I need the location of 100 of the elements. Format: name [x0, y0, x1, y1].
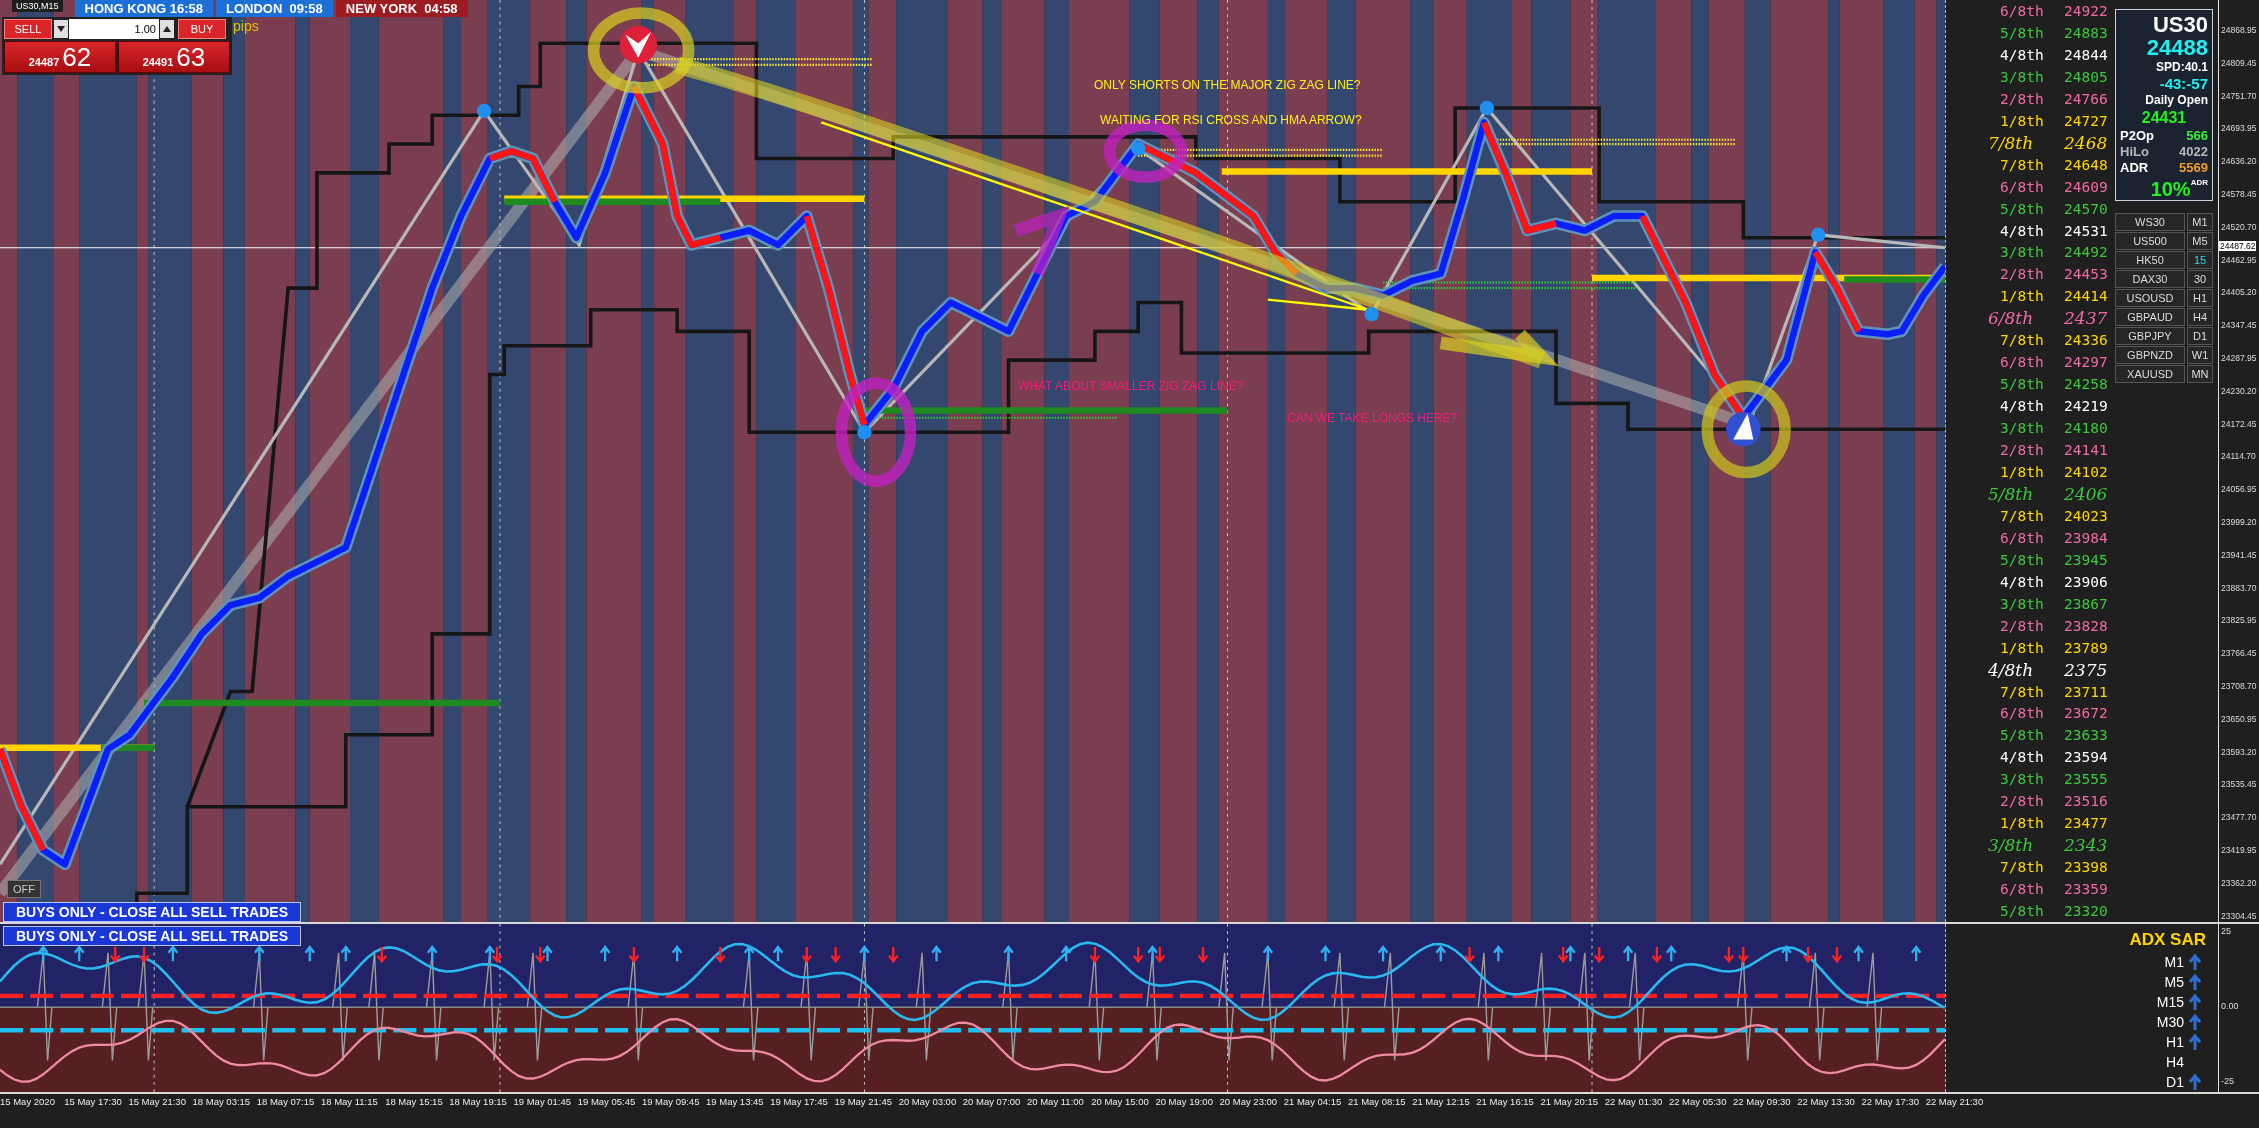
time-tick: 20 May 07:00 [962, 1095, 1022, 1107]
sell-button[interactable]: SELL [4, 19, 52, 39]
down-arrow-icon [1089, 945, 1101, 964]
time-tick: 21 May 08:15 [1347, 1095, 1407, 1107]
symbol-button[interactable]: GBPJPY [2115, 327, 2185, 345]
spread-text: SPD:40.1 [2155, 59, 2208, 75]
price-tick: 24114.70 [2220, 451, 2257, 463]
alert-banner: BUYS ONLY - CLOSE ALL SELL TRADES [3, 926, 301, 946]
level-price: 23359 [2064, 881, 2108, 898]
price-tick: 24520.70 [2220, 221, 2258, 233]
price-tick: 23419.95 [2220, 844, 2258, 856]
time-tick: 22 May 09:30 [1733, 1095, 1792, 1107]
level-price: 24648 [2064, 156, 2108, 173]
time-tick: 18 May 15:15 [385, 1095, 444, 1107]
down-arrow-icon [109, 945, 121, 964]
symbol-button[interactable]: GBPNZD [2115, 346, 2185, 364]
timeframe-button[interactable]: D1 [2187, 327, 2213, 345]
decrease-icon[interactable] [54, 20, 68, 38]
lot-field[interactable]: 1.00 [69, 19, 159, 39]
level-price: 24805 [2064, 68, 2108, 85]
symbol-button[interactable]: HK50 [2115, 251, 2185, 269]
indicator-tick: 0.00 [2221, 1001, 2240, 1011]
level-price: 24844 [2064, 46, 2108, 63]
pivot-dot [1364, 306, 1379, 322]
price-tick: 23535.45 [2220, 779, 2258, 791]
adr-percent: 10% [2150, 178, 2191, 201]
timeframe-button[interactable]: H1 [2187, 289, 2213, 307]
time-tick: 19 May 17:45 [770, 1095, 829, 1107]
buy-button[interactable]: BUY [178, 19, 226, 39]
up-arrow-icon [1622, 945, 1634, 963]
symbol-title: US30 [2152, 13, 2208, 37]
down-arrow-icon [1557, 945, 1569, 964]
indicator-tick: 25 [2221, 926, 2232, 936]
off-button[interactable]: OFF [7, 880, 41, 898]
hilo-value: 4022 [2179, 144, 2208, 160]
level-label: 6/8th [2000, 529, 2045, 546]
up-arrow-icon [484, 945, 496, 963]
level-label: 6/8th [2000, 2, 2045, 19]
adr-value: 5569 [2179, 160, 2208, 176]
level-label: 2/8th [2000, 266, 2045, 283]
timeframe-label: M30 [2156, 1014, 2184, 1030]
time-tick: 20 May 15:00 [1091, 1095, 1150, 1107]
price-tick: 24172.45 [2220, 418, 2258, 430]
level-price: 24531 [2064, 222, 2108, 239]
timeframe-button[interactable]: M5 [2187, 232, 2213, 250]
level-price: 24219 [2064, 398, 2108, 415]
symbol-button[interactable]: US500 [2115, 232, 2185, 250]
pivot-dot [1811, 227, 1826, 243]
timeframe-button[interactable]: M1 [2187, 213, 2213, 231]
price-tick: 23941.45 [2220, 549, 2258, 561]
symbol-button[interactable]: GBPAUD [2115, 308, 2185, 326]
range-text: -43:-57 [2159, 75, 2208, 92]
time-tick: 21 May 04:15 [1283, 1095, 1343, 1107]
timeframe-button[interactable]: 30 [2187, 270, 2213, 288]
time-tick: 20 May 19:00 [1155, 1095, 1214, 1107]
up-arrow-icon [931, 945, 942, 963]
price-tick: 23362.20 [2220, 877, 2258, 889]
price-tick: 23883.70 [2220, 582, 2258, 594]
price-tick: 23477.70 [2220, 812, 2258, 824]
timeframe-button[interactable]: 15 [2187, 251, 2213, 269]
down-arrow-icon [628, 945, 640, 964]
level-label: 5/8th [1988, 483, 2035, 504]
annotation-text: ONLY SHORTS ON THE MAJOR ZIG ZAG LINE? [1094, 78, 1361, 92]
symbol-button[interactable]: USOUSD [2115, 289, 2185, 307]
up-arrow-icon [1910, 945, 1922, 963]
up-arrow-icon [1853, 945, 1865, 963]
price-tick: 23304.45 [2220, 910, 2258, 922]
time-tick: 21 May 16:15 [1476, 1095, 1535, 1107]
level-price: 24102 [2064, 464, 2108, 480]
price-tick: 24636.20 [2220, 156, 2258, 168]
level-price: 2375 [2064, 659, 2108, 680]
up-arrow-icon [671, 945, 683, 963]
timeframe-button[interactable]: MN [2187, 365, 2213, 383]
level-price: 23398 [2064, 859, 2108, 876]
level-label: 7/8th [2000, 507, 2045, 524]
timeframe-button[interactable]: H4 [2187, 308, 2213, 326]
symbol-button[interactable]: DAX30 [2115, 270, 2185, 288]
time-tick: 21 May 12:15 [1412, 1095, 1471, 1107]
increase-icon[interactable] [160, 20, 174, 38]
up-arrow-icon [37, 945, 49, 963]
down-arrow-icon [887, 945, 899, 964]
level-label: 4/8th [2000, 222, 2045, 239]
timeframe-button[interactable]: W1 [2187, 346, 2213, 364]
level-label: 6/8th [2000, 178, 2045, 195]
down-arrow-icon [1464, 945, 1476, 964]
up-arrow-icon [1564, 945, 1576, 963]
buy-price-button[interactable]: 24491 63 [118, 41, 230, 73]
annotation-text: WAITING FOR RSI CROSS AND HMA ARROW? [1100, 113, 1362, 127]
price-tick: 24462.95 [2220, 254, 2258, 266]
down-arrow-icon [491, 945, 503, 964]
level-label: 4/8th [2000, 398, 2045, 415]
symbol-button[interactable]: XAUUSD [2115, 365, 2185, 383]
level-label: 2/8th [2000, 617, 2045, 634]
level-price: 24609 [2064, 178, 2108, 195]
indicator-tick: -25 [2221, 1076, 2235, 1086]
level-price: 23672 [2064, 705, 2108, 722]
session-clock: HONG KONG 16:58 [74, 0, 213, 17]
sell-price-button[interactable]: 24487 62 [4, 41, 116, 73]
buy-signal-icon [1726, 412, 1761, 447]
symbol-button[interactable]: WS30 [2115, 213, 2185, 231]
